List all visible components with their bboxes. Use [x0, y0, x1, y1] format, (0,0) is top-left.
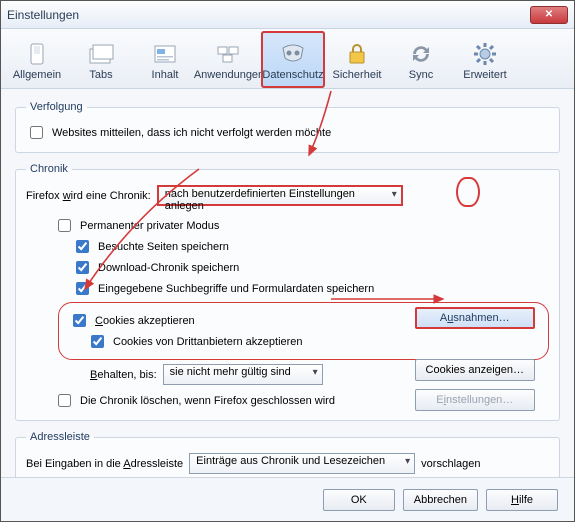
- third-party-cookies-checkbox[interactable]: [91, 335, 104, 348]
- remember-downloads-label: Download-Chronik speichern: [98, 262, 239, 274]
- locationbar-select[interactable]: Einträge aus Chronik und Lesezeichen: [189, 453, 415, 474]
- dnt-label: Websites mitteilen, dass ich nicht verfo…: [52, 127, 331, 139]
- remember-pages-checkbox[interactable]: [76, 240, 89, 253]
- locationbar-suffix: vorschlagen: [421, 458, 480, 470]
- panel-body: Verfolgung Websites mitteilen, dass ich …: [1, 89, 574, 503]
- locationbar-legend: Adressleiste: [26, 431, 94, 443]
- settings-window: Einstellungen ✕ Allgemein Tabs Inhalt An…: [0, 0, 575, 522]
- tab-privacy[interactable]: Datenschutz: [261, 31, 325, 88]
- tab-applications[interactable]: Anwendungen: [197, 31, 261, 88]
- history-mode-value: nach benutzerdefinierten Einstellungen a…: [165, 188, 355, 212]
- tracking-legend: Verfolgung: [26, 101, 87, 113]
- tab-security-label: Sicherheit: [333, 69, 382, 81]
- history-legend: Chronik: [26, 163, 72, 175]
- help-button[interactable]: Hilfe: [486, 489, 558, 511]
- locationbar-value: Einträge aus Chronik und Lesezeichen: [196, 455, 385, 467]
- permanent-pb-checkbox[interactable]: [58, 219, 71, 232]
- tab-sync[interactable]: Sync: [389, 31, 453, 88]
- tab-privacy-label: Datenschutz: [262, 69, 323, 81]
- exceptions-button[interactable]: Ausnahmen…: [415, 307, 535, 329]
- tab-general-label: Allgemein: [13, 69, 61, 81]
- history-mode-select[interactable]: nach benutzerdefinierten Einstellungen a…: [157, 185, 403, 206]
- titlebar: Einstellungen ✕: [1, 1, 574, 29]
- dnt-checkbox[interactable]: [30, 126, 43, 139]
- remember-pages-label: Besuchte Seiten speichern: [98, 241, 229, 253]
- mask-icon: [279, 41, 307, 67]
- remember-form-label: Eingegebene Suchbegriffe und Formulardat…: [98, 283, 374, 295]
- permanent-pb-label: Permanenter privater Modus: [80, 220, 219, 232]
- tab-tabs-label: Tabs: [89, 69, 112, 81]
- tab-tabs[interactable]: Tabs: [69, 31, 133, 88]
- tab-content-label: Inhalt: [152, 69, 179, 81]
- gear-icon: [471, 41, 499, 67]
- window-title: Einstellungen: [7, 8, 79, 22]
- keep-until-label: Behalten, bis:: [90, 369, 157, 381]
- clear-on-close-label: Die Chronik löschen, wenn Firefox geschl…: [80, 395, 335, 407]
- tracking-group: Verfolgung Websites mitteilen, dass ich …: [15, 101, 560, 153]
- tab-advanced[interactable]: Erweitert: [453, 31, 517, 88]
- lock-icon: [343, 41, 371, 67]
- sync-icon: [407, 41, 435, 67]
- tab-sync-label: Sync: [409, 69, 433, 81]
- history-group: Chronik Firefox wird eine Chronik: nach …: [15, 163, 560, 421]
- tab-security[interactable]: Sicherheit: [325, 31, 389, 88]
- close-button[interactable]: ✕: [530, 6, 568, 24]
- content-icon: [151, 41, 179, 67]
- ok-button[interactable]: OK: [323, 489, 395, 511]
- annotation-oval: [456, 177, 480, 207]
- remember-downloads-checkbox[interactable]: [76, 261, 89, 274]
- keep-until-select[interactable]: sie nicht mehr gültig sind: [163, 364, 323, 385]
- tab-content[interactable]: Inhalt: [133, 31, 197, 88]
- tabs-icon: [87, 41, 115, 67]
- clear-on-close-checkbox[interactable]: [58, 394, 71, 407]
- accept-cookies-label: Cookies akzeptieren: [95, 315, 195, 327]
- show-cookies-button[interactable]: Cookies anzeigen…: [415, 359, 535, 381]
- accept-cookies-checkbox[interactable]: [73, 314, 86, 327]
- history-mode-label: Firefox wird eine Chronik:: [26, 190, 151, 202]
- tab-general[interactable]: Allgemein: [5, 31, 69, 88]
- remember-form-checkbox[interactable]: [76, 282, 89, 295]
- category-toolbar: Allgemein Tabs Inhalt Anwendungen Datens…: [1, 29, 574, 89]
- dialog-footer: OK Abbrechen Hilfe: [1, 477, 574, 521]
- tab-apps-label: Anwendungen: [194, 69, 264, 81]
- third-party-cookies-label: Cookies von Drittanbietern akzeptieren: [113, 336, 303, 348]
- locationbar-label: Bei Eingaben in die Adressleiste: [26, 458, 183, 470]
- clear-settings-button[interactable]: Einstellungen…: [415, 389, 535, 411]
- cancel-button[interactable]: Abbrechen: [403, 489, 478, 511]
- keep-until-value: sie nicht mehr gültig sind: [170, 366, 291, 378]
- switch-icon: [23, 41, 51, 67]
- tab-advanced-label: Erweitert: [463, 69, 506, 81]
- apps-icon: [215, 41, 243, 67]
